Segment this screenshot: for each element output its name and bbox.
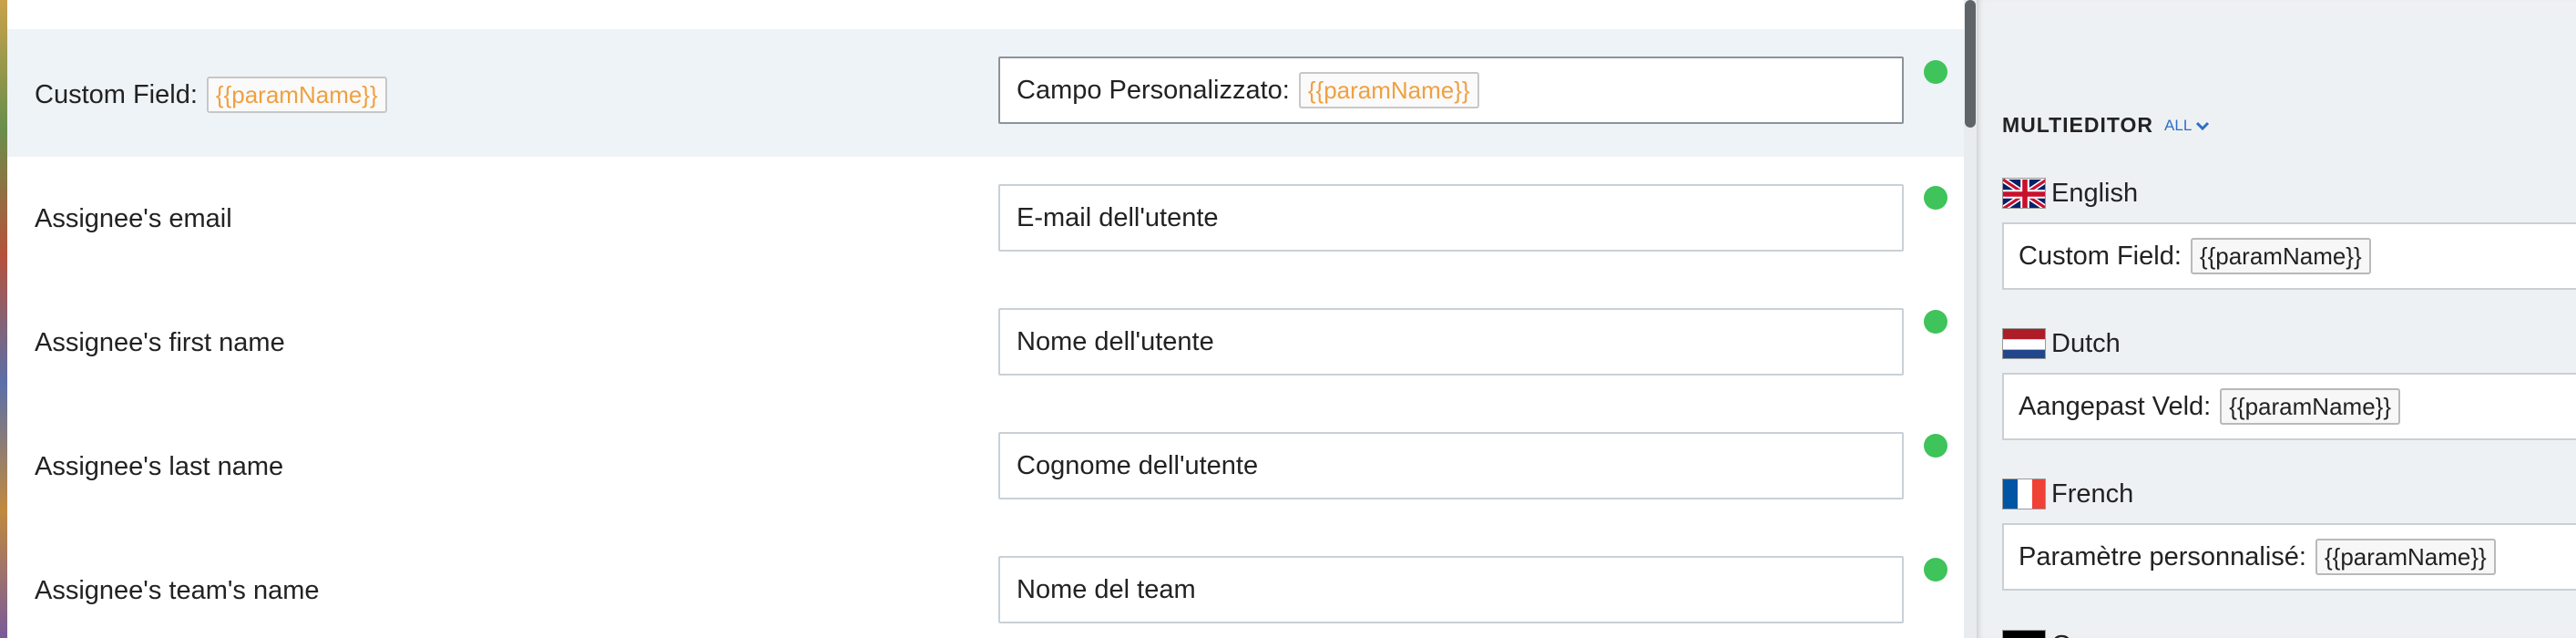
translation-input[interactable]: Campo Personalizzato: {{paramName}} [998,57,1904,124]
translation-list: Custom Field: {{paramName}} Campo Person… [7,0,1964,638]
language-input[interactable]: Custom Field: {{paramName}} [2002,222,2576,290]
language-header: English [2002,175,2576,211]
translation-text: Cognome dell'utente [1017,450,1259,480]
chevron-down-icon [2196,121,2210,130]
language-name: Dutch [2051,328,2121,358]
source-label: Assignee's last name [35,450,283,483]
translation-input[interactable]: Nome del team [998,556,1904,623]
language-text: Custom Field: [2019,241,2182,271]
status-dot [1924,310,1947,334]
language-name: French [2051,478,2134,509]
translation-text: Campo Personalizzato: [1017,75,1290,105]
param-chip[interactable]: {{paramName}} [2190,238,2371,274]
status-dot [1924,434,1947,458]
multieditor-panel: MULTIEDITOR ALL English Custom Field: {{… [1977,0,2576,638]
source-label: Assignee's team's name [35,574,320,607]
language-name: G [2051,631,2072,638]
scrollbar-thumb[interactable] [1965,0,1976,128]
multieditor-header: MULTIEDITOR ALL [2002,113,2210,138]
language-block-german: G [2002,627,2576,638]
translation-input[interactable]: E-mail dell'utente [998,184,1904,252]
language-block-french: French Paramètre personnalisé: {{paramNa… [2002,476,2576,591]
language-name: English [2051,178,2139,208]
france-flag-icon [2002,478,2046,509]
source-label: Assignee's first name [35,326,285,359]
translation-input[interactable]: Cognome dell'utente [998,432,1904,499]
all-toggle-label: ALL [2164,116,2193,134]
translation-text: Nome dell'utente [1017,326,1214,356]
source-text: Custom Field: [35,80,198,109]
param-chip[interactable]: {{paramName}} [1298,72,1479,108]
translation-text: Nome del team [1017,574,1196,604]
language-block-english: English Custom Field: {{paramName}} [2002,175,2576,290]
source-text: Assignee's email [35,204,232,233]
source-text: Assignee's team's name [35,576,320,605]
status-dot [1924,558,1947,581]
translation-row[interactable]: Assignee's team's name Nome del team [7,529,1964,638]
param-chip[interactable]: {{paramName}} [2315,539,2496,575]
language-input[interactable]: Aangepast Veld: {{paramName}} [2002,373,2576,440]
translation-row[interactable]: Assignee's email E-mail dell'utente [7,157,1964,281]
translation-input[interactable]: Nome dell'utente [998,308,1904,376]
all-languages-toggle[interactable]: ALL [2164,117,2210,135]
status-dot [1924,186,1947,210]
translation-row[interactable]: Custom Field: {{paramName}} Campo Person… [7,29,1964,157]
uk-flag-icon [2002,178,2046,209]
language-text: Paramètre personnalisé: [2019,541,2306,571]
language-header: French [2002,476,2576,512]
translation-row[interactable]: Assignee's last name Cognome dell'utente [7,405,1964,529]
param-chip: {{paramName}} [206,77,387,113]
language-header: G [2002,627,2576,638]
netherlands-flag-icon [2002,328,2046,359]
language-text: Aangepast Veld: [2019,391,2212,421]
translation-row[interactable]: Assignee's first name Nome dell'utente [7,281,1964,405]
status-dot [1924,60,1947,84]
language-input[interactable]: Paramètre personnalisé: {{paramName}} [2002,523,2576,591]
language-header: Dutch [2002,325,2576,362]
left-edge-stripe [0,0,7,638]
source-label: Assignee's email [35,202,232,235]
language-block-dutch: Dutch Aangepast Veld: {{paramName}} [2002,325,2576,440]
germany-flag-icon [2002,630,2046,638]
multieditor-title: MULTIEDITOR [2002,113,2154,137]
source-text: Assignee's first name [35,328,285,357]
param-chip[interactable]: {{paramName}} [2220,388,2401,425]
source-label: Custom Field: {{paramName}} [35,77,387,113]
translation-text: E-mail dell'utente [1017,202,1219,232]
source-text: Assignee's last name [35,452,284,481]
